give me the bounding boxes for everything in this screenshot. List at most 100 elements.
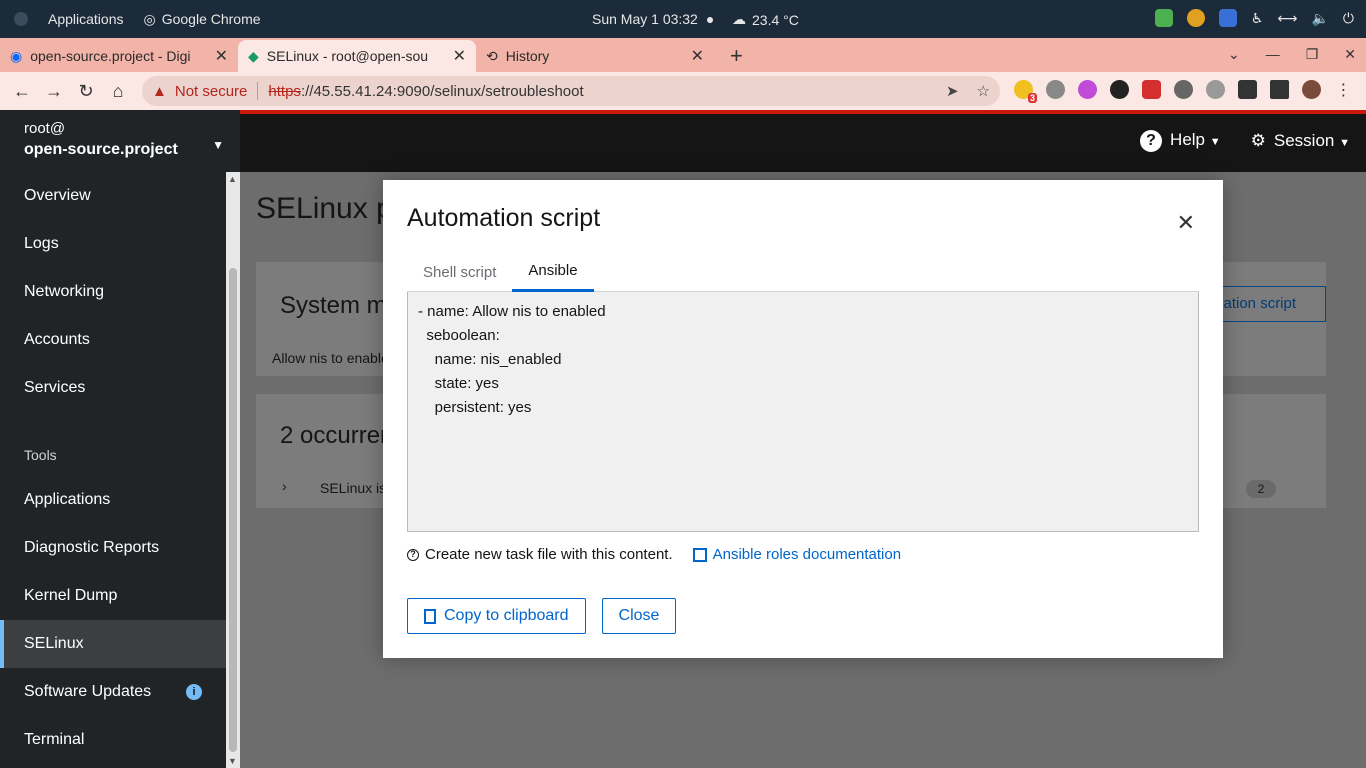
host-user: root@: [24, 120, 66, 137]
sidebar-item-label: SELinux: [24, 635, 84, 652]
copy-to-clipboard-button[interactable]: Copy to clipboard: [407, 598, 586, 634]
sidebar-scrollbar[interactable]: ▲ ▼: [226, 172, 240, 768]
close-tab-icon[interactable]: ✕: [691, 46, 704, 66]
tab-selinux[interactable]: ◆ SELinux - root@open-sou ✕: [238, 40, 476, 72]
sidebar-item-kernel-dump[interactable]: Kernel Dump: [0, 572, 226, 620]
back-icon[interactable]: ←: [6, 81, 38, 102]
puzzle-icon[interactable]: [1238, 80, 1257, 99]
sidebar-item-networking[interactable]: Networking: [0, 268, 226, 316]
button-label: Copy to clipboard: [444, 607, 569, 624]
tab-title: SELinux - root@open-sou: [266, 48, 429, 64]
active-app-menu[interactable]: ◎ Google Chrome: [144, 11, 261, 28]
home-icon[interactable]: ⌂: [102, 81, 134, 102]
helper-text: Create new task file with this content.: [425, 546, 673, 563]
automation-script-modal: Automation script ✕ Shell script Ansible…: [383, 180, 1223, 658]
script-tabs: Shell script Ansible: [407, 252, 1199, 292]
caret-down-icon: ▼: [1209, 136, 1221, 148]
gear-extension-icon[interactable]: [1206, 80, 1225, 99]
sidebar-item-label: Terminal: [24, 731, 85, 748]
scrollbar-thumb[interactable]: [229, 268, 237, 752]
scroll-up-icon[interactable]: ▲: [228, 174, 237, 184]
activities-icon[interactable]: [14, 12, 28, 26]
minimize-icon[interactable]: —: [1266, 46, 1280, 63]
sidepanel-icon[interactable]: [1270, 80, 1289, 99]
page-title: SELinux p: [256, 192, 393, 225]
cloud-icon: ☁: [732, 11, 746, 27]
network-icon[interactable]: ⟷: [1277, 10, 1297, 27]
script-textarea[interactable]: - name: Allow nis to enabled seboolean: …: [407, 292, 1199, 532]
shield-tray-icon[interactable]: [1154, 9, 1173, 27]
forward-icon[interactable]: →: [38, 81, 70, 102]
link-label: Ansible roles documentation: [712, 546, 902, 563]
active-app-label: Google Chrome: [161, 11, 261, 27]
profile-avatar[interactable]: [1302, 80, 1321, 99]
sidebar-item-terminal[interactable]: Terminal: [0, 716, 226, 764]
weather-widget[interactable]: ☁ 23.4 °C: [732, 11, 799, 28]
bookmark-star-icon[interactable]: ☆: [977, 82, 990, 100]
close-icon[interactable]: ✕: [1177, 210, 1195, 236]
shield-extension-icon[interactable]: [1142, 80, 1161, 99]
new-tab-button[interactable]: +: [730, 40, 743, 72]
sidebar-item-applications[interactable]: Applications: [0, 476, 226, 524]
maximize-icon[interactable]: ❐: [1306, 46, 1319, 63]
ansible-docs-link[interactable]: Ansible roles documentation: [692, 546, 902, 563]
lightbulb-extension-icon[interactable]: 3: [1014, 80, 1037, 103]
host-switcher[interactable]: root@ open-source.project ▼: [0, 110, 240, 172]
extension-badge: 3: [1027, 93, 1037, 103]
chrome-tray-icon[interactable]: [1186, 9, 1205, 27]
menu-kebab-icon[interactable]: ⋮: [1334, 80, 1353, 99]
tab-ansible[interactable]: Ansible: [512, 252, 594, 292]
scroll-down-icon[interactable]: ▼: [228, 756, 237, 766]
tab-history[interactable]: ⟲ History ✕: [476, 40, 714, 72]
vpn-tray-icon[interactable]: [1218, 9, 1237, 27]
reload-icon[interactable]: ↻: [70, 81, 102, 102]
tab-open-source[interactable]: ◉ open-source.project - Digi ✕: [0, 40, 238, 72]
sidebar-item-services[interactable]: Services: [0, 364, 226, 412]
chevron-right-icon: ›: [282, 478, 287, 494]
paw-extension-icon[interactable]: [1110, 80, 1129, 99]
modal-title: Automation script: [407, 204, 601, 232]
omnibox-actions: ➤ ☆: [946, 82, 990, 100]
tab-shell-script[interactable]: Shell script: [407, 252, 512, 292]
caret-down-icon: ▼: [212, 138, 224, 152]
cockpit-icon: ◆: [248, 47, 259, 64]
gear-icon: ⚙: [1250, 131, 1266, 150]
power-icon[interactable]: ⏻: [1343, 10, 1354, 27]
send-icon[interactable]: ➤: [946, 82, 959, 100]
color-extension-icon[interactable]: [1078, 80, 1097, 99]
tab-search-icon[interactable]: ⌄: [1228, 46, 1240, 63]
sidebar-item-label: Applications: [24, 491, 111, 508]
address-bar[interactable]: ▲ Not secure https ://45.55.41.24:9090/s…: [142, 76, 1000, 106]
close-tab-icon[interactable]: ✕: [453, 46, 466, 66]
speed-extension-icon[interactable]: [1174, 80, 1193, 99]
info-icon: i: [186, 684, 202, 700]
sidebar-item-software-updates[interactable]: Software Updates i: [0, 668, 226, 716]
not-secure-label[interactable]: Not secure: [175, 83, 248, 100]
close-window-icon[interactable]: ✕: [1344, 46, 1356, 63]
tab-title: History: [505, 48, 550, 64]
session-menu[interactable]: ⚙ Session ▼: [1251, 131, 1350, 151]
accessibility-icon[interactable]: ♿: [1251, 10, 1264, 27]
applications-menu[interactable]: Applications: [48, 11, 124, 27]
sidebar-item-logs[interactable]: Logs: [0, 220, 226, 268]
clock[interactable]: Sun May 1 03:32 ●: [592, 11, 714, 27]
tab-title: open-source.project - Digi: [30, 48, 191, 64]
help-menu[interactable]: ? Help ▼: [1140, 130, 1221, 152]
sidebar-item-diagnostic-reports[interactable]: Diagnostic Reports: [0, 524, 226, 572]
warning-icon[interactable]: ▲: [152, 83, 167, 100]
sidebar-item-overview[interactable]: Overview: [0, 172, 226, 220]
close-button[interactable]: Close: [601, 598, 677, 634]
browser-tab-strip: ◉ open-source.project - Digi ✕ ◆ SELinux…: [0, 38, 1366, 72]
volume-icon[interactable]: 🔈: [1311, 10, 1328, 27]
sidebar-item-accounts[interactable]: Accounts: [0, 316, 226, 364]
sidebar-item-label: Logs: [24, 235, 59, 252]
system-top-bar: Applications ◎ Google Chrome Sun May 1 0…: [0, 0, 1366, 38]
close-tab-icon[interactable]: ✕: [215, 46, 228, 66]
history-icon: ⟲: [486, 47, 498, 64]
eye-extension-icon[interactable]: [1046, 80, 1065, 99]
host-name: open-source.project: [24, 141, 178, 158]
sidebar-item-selinux[interactable]: SELinux: [0, 620, 226, 668]
card-title: System m: [280, 292, 387, 319]
header-accent-line: [240, 110, 1366, 114]
url-text: ://45.55.41.24:9090/selinux/setroublesho…: [300, 82, 584, 100]
